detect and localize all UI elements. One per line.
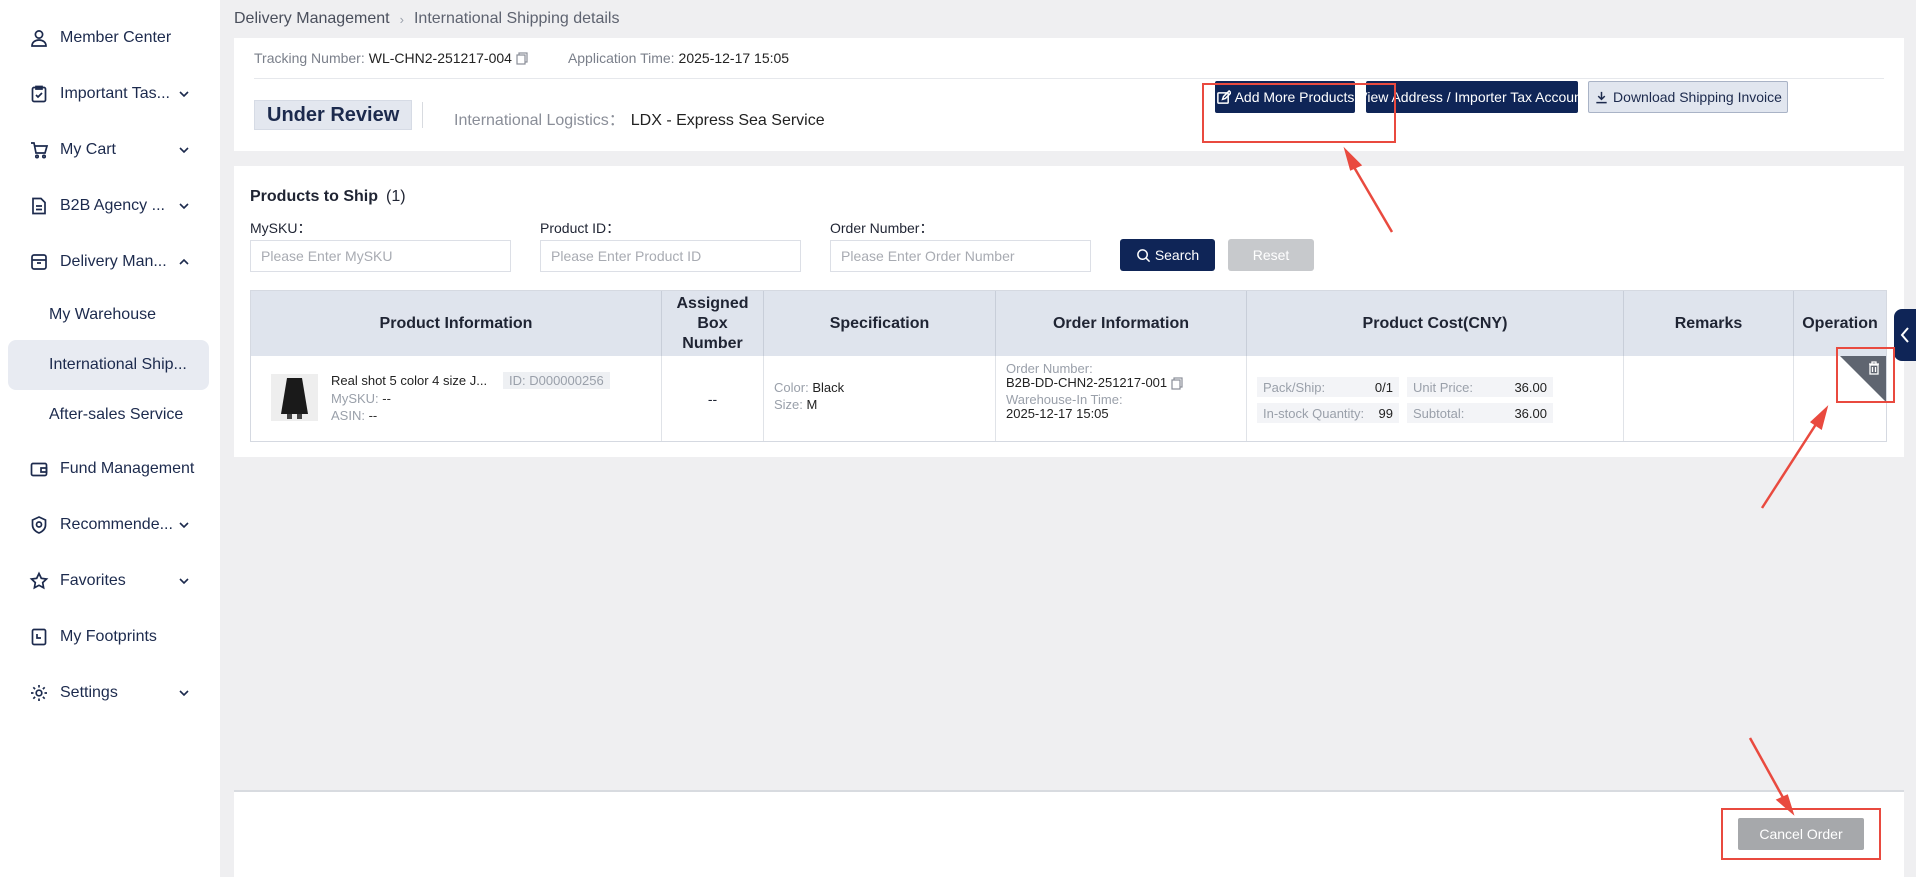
annotation-arrows (1343, 146, 1829, 816)
